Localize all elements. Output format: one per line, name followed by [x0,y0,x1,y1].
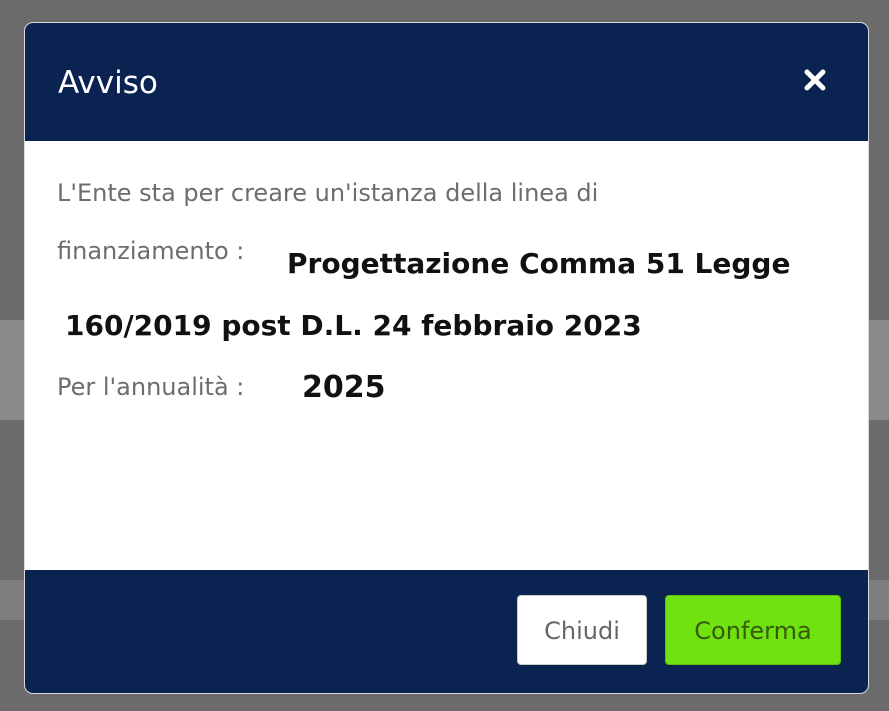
confirm-button[interactable]: Conferma [665,595,841,665]
funding-line-name-part1: Progettazione Comma 51 Legge [287,247,791,280]
year-label: Per l'annualità : [57,373,245,401]
funding-line-name-part2: 160/2019 post D.L. 24 febbraio 2023 [65,309,642,342]
message-line-2-prefix: finanziamento : [57,237,245,265]
message-line-1: L'Ente sta per creare un'istanza della l… [57,179,599,207]
year-value: 2025 [302,370,386,405]
dialog-body: L'Ente sta per creare un'istanza della l… [25,141,868,571]
close-button[interactable]: Chiudi [517,595,647,665]
close-icon[interactable] [800,65,830,95]
warning-dialog: Avviso L'Ente sta per creare un'istanza … [25,23,868,693]
dialog-title: Avviso [58,65,158,101]
dialog-header: Avviso [25,23,868,141]
dialog-footer: Chiudi Conferma [25,570,868,693]
